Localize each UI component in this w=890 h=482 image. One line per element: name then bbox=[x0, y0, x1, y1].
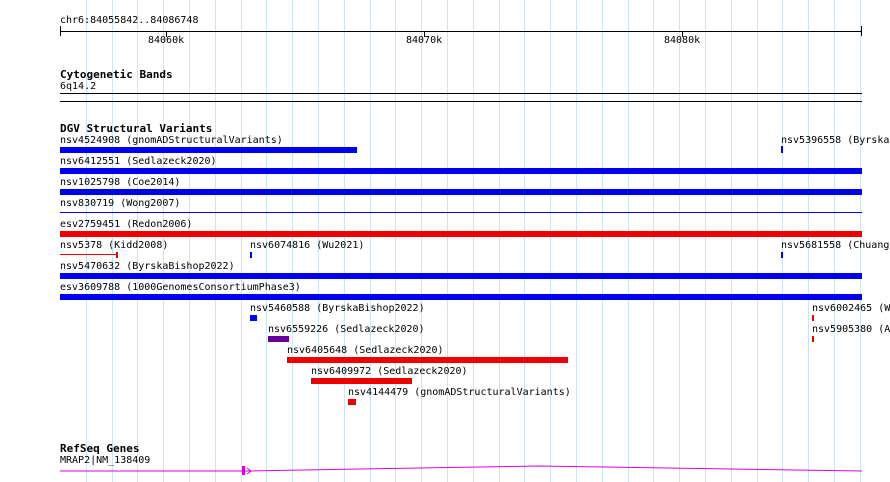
refseq-transcript-glyph[interactable] bbox=[0, 0, 890, 482]
transcript-intron-line bbox=[60, 465, 863, 472]
genome-browser-view: chr6:84055842..84086748 84060k 84070k 84… bbox=[0, 0, 890, 482]
transcript-exon bbox=[242, 466, 245, 475]
